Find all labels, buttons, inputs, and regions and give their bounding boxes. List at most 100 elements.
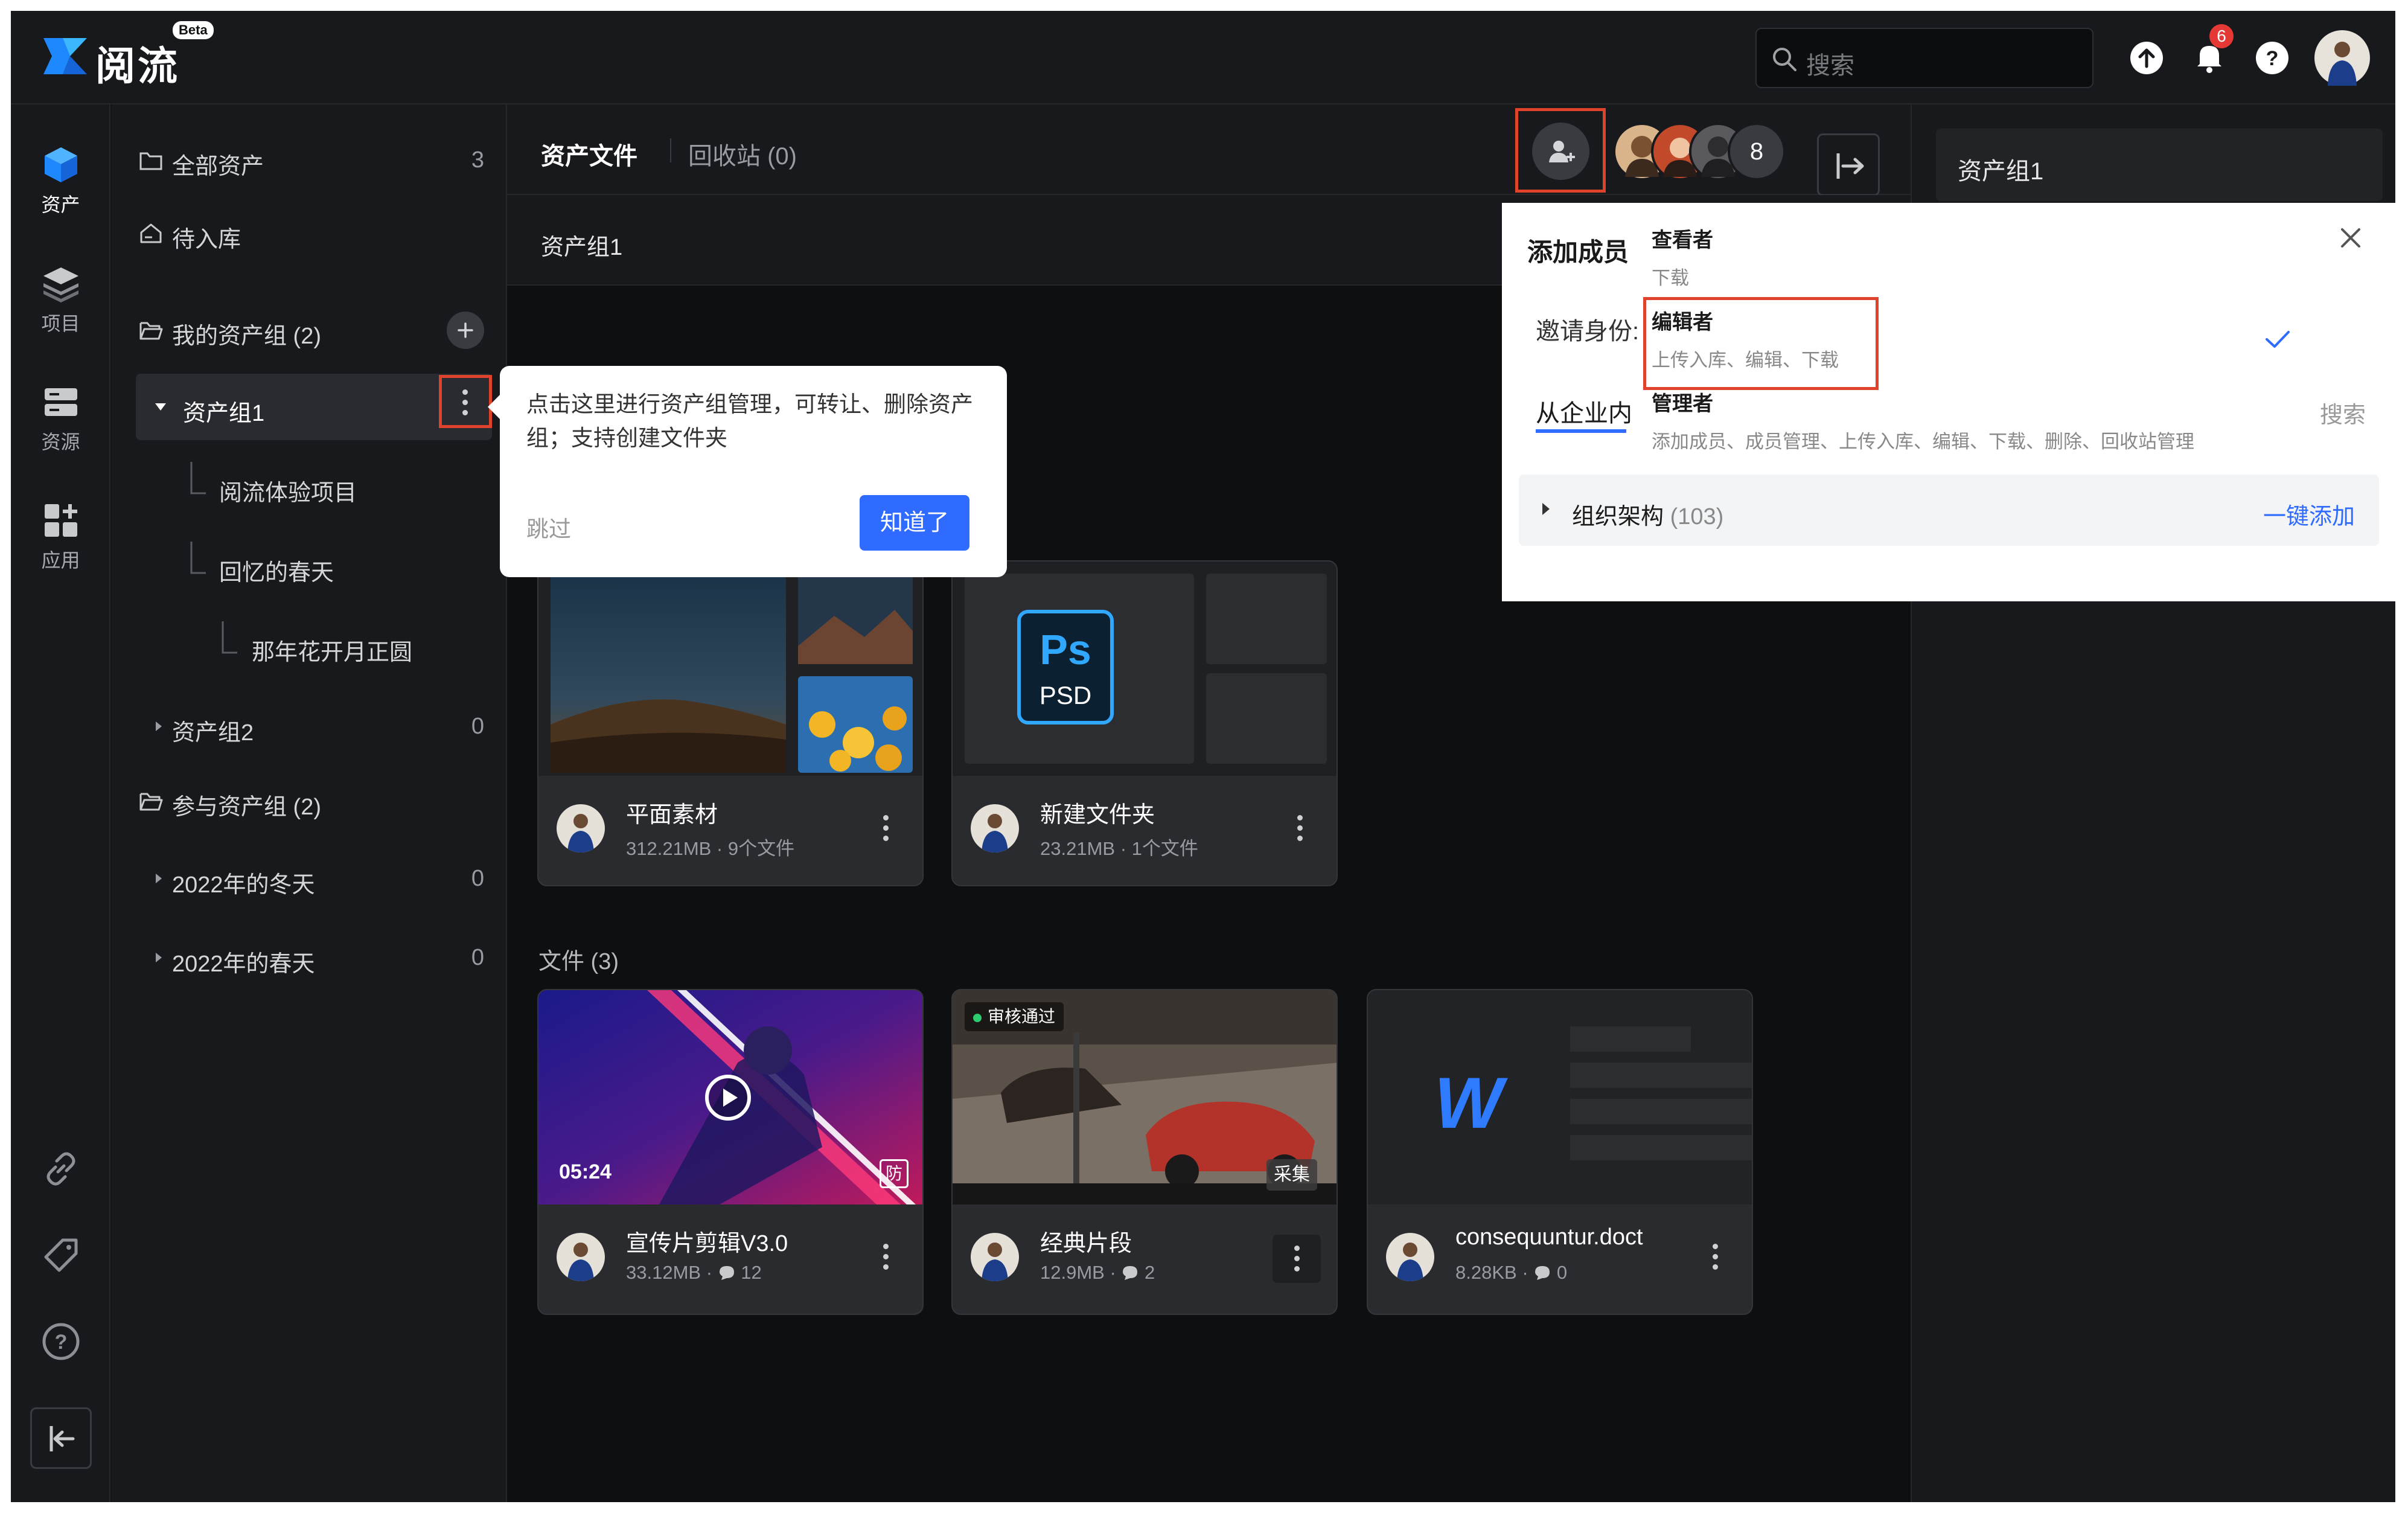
tree-item-pending[interactable]: 待入库 xyxy=(112,200,507,266)
layers-icon xyxy=(43,267,78,302)
tree-section-joined-groups[interactable]: 参与资产组 (2) xyxy=(112,767,507,834)
support-icon[interactable]: ? xyxy=(41,1322,81,1361)
search-icon xyxy=(1773,48,1796,71)
asset-tree-panel: 全部资产 3 待入库 我的资产组 (2) 资产组1 阅流体验项目 回忆的春天 那… xyxy=(112,104,507,1502)
tree-section-my-groups[interactable]: 我的资产组 (2) xyxy=(112,296,507,363)
link-icon[interactable] xyxy=(41,1149,81,1189)
caret-right-icon xyxy=(156,874,162,883)
caret-right-icon xyxy=(156,721,162,731)
tree-label: 资产组2 xyxy=(172,720,254,746)
tab-assets[interactable]: 资产文件 xyxy=(541,136,637,171)
psd-file-icon: Ps PSD xyxy=(1017,610,1114,725)
collapse-button[interactable] xyxy=(30,1407,92,1469)
top-bar: 阅流 Beta 搜索 6 ? xyxy=(11,11,2395,104)
cube-icon xyxy=(44,147,77,182)
tree-branch-line xyxy=(190,462,206,494)
highlight-box xyxy=(1515,108,1606,193)
rail-label: 项目 xyxy=(41,313,80,334)
tag-icon[interactable] xyxy=(41,1235,81,1275)
tree-item-joined-group[interactable]: 2022年的冬天 0 xyxy=(112,845,507,912)
tree-label: 2022年的冬天 xyxy=(172,872,315,898)
review-status-badge: 审核通过 xyxy=(965,1002,1064,1031)
got-it-button[interactable]: 知道了 xyxy=(860,495,969,551)
close-icon[interactable] xyxy=(2337,225,2364,251)
owner-avatar xyxy=(557,804,605,852)
video-thumbnail: 审核通过 采集 xyxy=(953,990,1337,1204)
psd-icon-label: Ps xyxy=(1040,626,1091,673)
tree-label: 阅流体验项目 xyxy=(219,481,357,506)
file-card[interactable]: 05:24 防 宣传片剪辑V3.0 33.12MB · 12 xyxy=(537,989,924,1315)
org-structure-row[interactable]: 组织架构 (103) 一键添加 xyxy=(1519,475,2379,546)
search-input[interactable]: 搜索 xyxy=(1755,28,2093,88)
comment-count: 2 xyxy=(1145,1262,1155,1283)
review-status-text: 审核通过 xyxy=(988,1007,1056,1026)
file-card[interactable]: 审核通过 采集 经典片段 12.9MB · 2 xyxy=(951,989,1338,1315)
notification-badge: 6 xyxy=(2209,24,2234,48)
play-icon[interactable] xyxy=(704,1073,752,1122)
role-desc: 下载 xyxy=(1652,267,1689,289)
folder-open-icon xyxy=(139,793,163,811)
folder-more-button[interactable] xyxy=(1294,815,1306,846)
word-doc-icon: W xyxy=(1434,1063,1503,1144)
role-desc: 添加成员、成员管理、上传入库、编辑、下载、删除、回收站管理 xyxy=(1652,431,2194,452)
file-card[interactable]: W consequuntur.doct 8.28KB · 0 xyxy=(1367,989,1753,1315)
breadcrumb[interactable]: 资产组1 xyxy=(541,228,622,261)
files-header: 文件 (3) xyxy=(538,949,619,974)
rail-item-apps[interactable]: 应用 xyxy=(11,499,110,573)
capture-tag: 采集 xyxy=(1266,1159,1317,1191)
rail-item-assets[interactable]: 资产 xyxy=(11,144,110,217)
folder-card[interactable]: 平面素材 312.21MB · 9个文件 xyxy=(537,560,924,886)
tooltip-text: 点击这里进行资产组管理，可转让、删除资产组；支持创建文件夹 xyxy=(526,392,973,450)
kebab-icon xyxy=(1291,1246,1303,1276)
file-name: consequuntur.doct xyxy=(1455,1224,1643,1250)
tooltip-arrow xyxy=(488,395,500,419)
rail-item-resources[interactable]: 资源 xyxy=(11,381,110,455)
doc-thumbnail: W xyxy=(1368,990,1752,1204)
file-name: 经典片段 xyxy=(1040,1231,1132,1256)
tree-branch-line xyxy=(222,621,237,654)
tab-recycle-bin[interactable]: 回收站 (0) xyxy=(688,136,797,171)
user-avatar[interactable] xyxy=(2314,30,2370,86)
file-size: 12.9MB xyxy=(1040,1262,1105,1283)
tree-item-joined-group[interactable]: 2022年的春天 0 xyxy=(112,924,507,991)
skip-button[interactable]: 跳过 xyxy=(526,511,571,543)
main-tab-bar: 资产文件 回收站 (0) 8 xyxy=(507,104,1911,196)
file-meta: 33.12MB · 12 xyxy=(626,1262,762,1283)
tree-count: 3 xyxy=(471,147,484,173)
folder-thumbnail: Ps PSD xyxy=(953,561,1337,776)
tree-item-all-assets[interactable]: 全部资产 3 xyxy=(112,127,507,193)
member-count-badge[interactable]: 8 xyxy=(1728,123,1786,181)
tree-item-project[interactable]: 那年花开月正圆 xyxy=(112,613,507,679)
tree-label: 全部资产 xyxy=(172,154,264,179)
role-option-viewer[interactable]: 查看者 下载 xyxy=(1652,223,1713,290)
tree-label: 回忆的春天 xyxy=(219,560,334,586)
folder-card[interactable]: Ps PSD 新建文件夹 23.21MB · 1个文件 xyxy=(951,560,1338,886)
file-name: 宣传片剪辑V3.0 xyxy=(626,1231,788,1256)
rail-item-projects[interactable]: 项目 xyxy=(11,263,110,336)
caret-right-icon xyxy=(156,953,162,962)
upload-icon[interactable] xyxy=(2129,40,2165,76)
group-name-field[interactable]: 资产组1 xyxy=(1936,129,2383,201)
server-icon xyxy=(44,388,77,416)
folder-more-button[interactable] xyxy=(880,815,892,846)
file-meta: 12.9MB · 2 xyxy=(1040,1262,1155,1283)
tab-enterprise[interactable]: 从企业内 xyxy=(1536,394,1632,429)
file-more-button[interactable] xyxy=(1709,1244,1721,1275)
role-option-admin[interactable]: 管理者 添加成员、成员管理、上传入库、编辑、下载、删除、回收站管理 xyxy=(1652,387,2194,453)
role-dropdown: 查看者 下载 编辑者 上传入库、编辑、下载 管理者 添加成员、成员管理、上传入库… xyxy=(1642,203,2318,453)
panel-toggle-button[interactable] xyxy=(1817,133,1880,196)
tree-item-project[interactable]: 阅流体验项目 xyxy=(112,453,507,520)
folder-meta: 312.21MB · 9个文件 xyxy=(626,838,795,859)
tree-item-project[interactable]: 回忆的春天 xyxy=(112,533,507,600)
search-placeholder: 搜索 xyxy=(1806,53,1854,79)
tree-item-group2[interactable]: 资产组2 0 xyxy=(112,693,507,760)
add-group-button[interactable] xyxy=(447,312,484,349)
psd-icon-sub: PSD xyxy=(1039,681,1092,709)
file-more-button[interactable] xyxy=(1273,1235,1321,1283)
tree-label: 待入库 xyxy=(172,227,241,252)
file-more-button[interactable] xyxy=(880,1244,892,1275)
help-icon[interactable]: ? xyxy=(2254,40,2290,76)
add-all-button[interactable]: 一键添加 xyxy=(2263,497,2355,531)
search-link[interactable]: 搜索 xyxy=(2320,396,2366,429)
owner-avatar xyxy=(557,1233,605,1281)
